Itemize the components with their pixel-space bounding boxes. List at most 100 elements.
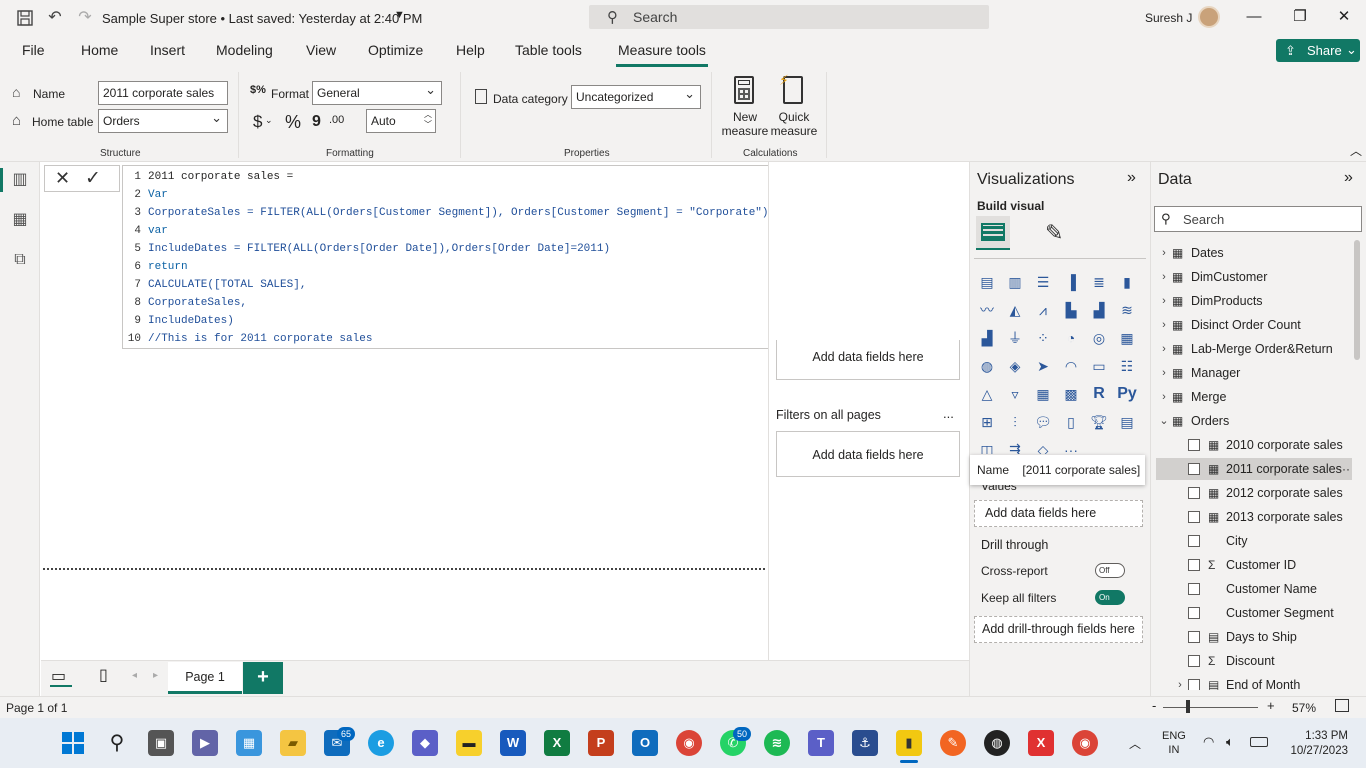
restore-icon[interactable]: ❐ [1291,8,1309,26]
field-checkbox[interactable] [1188,535,1200,547]
pie-icon[interactable]: ◔ [1061,328,1081,348]
power-automate-icon[interactable]: ⇶ [1005,440,1025,454]
field-row[interactable]: ▦ 2013 corporate sales [1156,506,1352,528]
table-row[interactable]: › ▦ DimProducts [1156,290,1352,312]
table-view-icon[interactable]: ▦ [10,210,30,230]
fit-to-page-icon[interactable] [1335,699,1349,712]
report-view-icon[interactable]: ▥ [10,170,30,190]
zoom-out-button[interactable]: - [1152,698,1156,713]
table-row[interactable]: › ▦ Manager [1156,362,1352,384]
donut-icon[interactable]: ◎ [1089,328,1109,348]
goals-icon[interactable]: 🏆︎ [1089,412,1109,432]
narrative-icon[interactable]: ▯ [1061,412,1081,432]
chevron-right-icon[interactable]: › [1174,674,1186,690]
field-checkbox[interactable] [1188,655,1200,667]
zoom-in-button[interactable]: + [1267,698,1275,713]
kpi-icon[interactable]: △ [977,384,997,404]
filter-drop-zone-visual[interactable]: Add data fields here [776,340,960,380]
spotify-icon[interactable]: ≋ [764,730,790,756]
field-checkbox[interactable] [1188,679,1200,690]
measure-name-input[interactable]: 2011 corporate sales [98,81,228,105]
comma-button[interactable]: 9 [312,113,321,131]
key-influencers-icon[interactable]: ⊞ [977,412,997,432]
decomp-tree-icon[interactable]: ⫶ [1005,412,1025,432]
field-row[interactable]: ▦ 2012 corporate sales [1156,482,1352,504]
task-view-icon[interactable]: ▣ [148,730,174,756]
menu-insert[interactable]: Insert [150,42,185,58]
filter-drop-zone-all-pages[interactable]: Add data fields here [776,431,960,477]
stacked-area-icon[interactable]: ⩘ [1033,300,1053,320]
multi-row-card-icon[interactable]: ☷ [1117,356,1137,376]
power-bi-icon[interactable]: ▮ [896,730,922,756]
edge-icon[interactable]: e [368,730,394,756]
chrome-icon[interactable]: ◉ [676,730,702,756]
chevron-down-icon[interactable]: ⌄ [1158,410,1170,432]
menu-modeling[interactable]: Modeling [216,42,273,58]
chevron-right-icon[interactable]: › [1158,242,1170,264]
menu-table-tools[interactable]: Table tools [515,42,582,58]
commit-icon[interactable]: ✓ [85,167,101,190]
paginated-icon[interactable]: ▤ [1117,412,1137,432]
share-button[interactable]: ⇪ Share ⌄ [1276,39,1360,62]
percent-button[interactable]: % [285,112,301,133]
gauge-icon[interactable]: ◠ [1061,356,1081,376]
add-page-button[interactable]: + [243,662,283,694]
menu-optimize[interactable]: Optimize [368,42,423,58]
data-search-input[interactable]: ⚲ Search [1154,206,1362,232]
field-row[interactable]: Customer Name [1156,578,1352,600]
more-visuals-icon[interactable]: ··· [1061,440,1081,454]
values-drop-zone[interactable]: Add data fields here [974,500,1143,527]
cancel-icon[interactable]: ✕ [55,168,70,189]
currency-button[interactable]: $ [253,112,262,132]
table-row[interactable]: ⌄ ▦ Orders [1156,410,1352,432]
field-checkbox[interactable] [1188,631,1200,643]
filters-more-button[interactable]: ... [943,406,954,421]
data-scrollbar[interactable] [1354,240,1360,360]
field-row[interactable]: ▤ Days to Ship [1156,626,1352,648]
power-apps-icon[interactable]: ◫ [977,440,997,454]
chevron-right-icon[interactable]: › [1158,266,1170,288]
draw-app-icon[interactable]: ✎ [940,730,966,756]
field-more-button[interactable]: ··· [1338,458,1350,480]
chevron-right-icon[interactable]: › [1158,290,1170,312]
ribbon-icon[interactable]: ≋ [1117,300,1137,320]
menu-home[interactable]: Home [81,42,118,58]
format-select[interactable]: General [312,81,442,105]
field-row[interactable]: › ▤ End of Month [1156,674,1352,690]
mobile-layout-icon[interactable]: ▯ [99,665,108,685]
field-checkbox[interactable] [1188,607,1200,619]
field-row[interactable]: Σ Discount [1156,650,1352,672]
excel-icon[interactable]: X [544,730,570,756]
field-row[interactable]: ▦ 2010 corporate sales [1156,434,1352,456]
collapse-pane-icon[interactable]: » [1127,169,1136,187]
decimal-button[interactable]: .00 [329,114,344,126]
outlook-icon[interactable]: O [632,730,658,756]
wifi-icon[interactable]: ◠ [1203,734,1214,750]
powerpoint-icon[interactable]: P [588,730,614,756]
field-row[interactable]: Σ Customer ID [1156,554,1352,576]
field-checkbox[interactable] [1188,439,1200,451]
map-icon[interactable]: ◍ [977,356,997,376]
data-category-select[interactable]: Uncategorized [571,85,701,109]
next-page-icon[interactable]: ▸ [153,670,158,681]
chevron-right-icon[interactable]: › [1158,314,1170,336]
language-indicator[interactable]: ENG IN [1162,729,1186,757]
minimize-icon[interactable]: — [1245,8,1263,26]
menu-measure-tools[interactable]: Measure tools [618,42,706,58]
undo-icon[interactable]: ↶ [46,9,64,27]
chevron-right-icon[interactable]: › [1158,362,1170,384]
sticky-notes-icon[interactable]: ▬ [456,730,482,756]
build-visual-tab[interactable] [976,216,1010,250]
field-row[interactable]: City [1156,530,1352,552]
format-visual-icon[interactable]: ✎ [1045,220,1063,246]
line-column-icon[interactable]: ▙ [1061,300,1081,320]
quick-measure-button[interactable]: ⚡ Quick measure [769,72,819,144]
battery-icon[interactable] [1250,737,1268,747]
stepper-arrows-icon[interactable]: ︿ ﹀ [424,110,432,130]
copilot-icon[interactable]: ◆ [412,730,438,756]
card-icon[interactable]: ▭ [1089,356,1109,376]
area-icon[interactable]: ◭ [1005,300,1025,320]
chevron-right-icon[interactable]: › [1158,386,1170,408]
r-visual-icon[interactable]: R [1089,384,1109,404]
field-row[interactable]: Customer Segment [1156,602,1352,624]
